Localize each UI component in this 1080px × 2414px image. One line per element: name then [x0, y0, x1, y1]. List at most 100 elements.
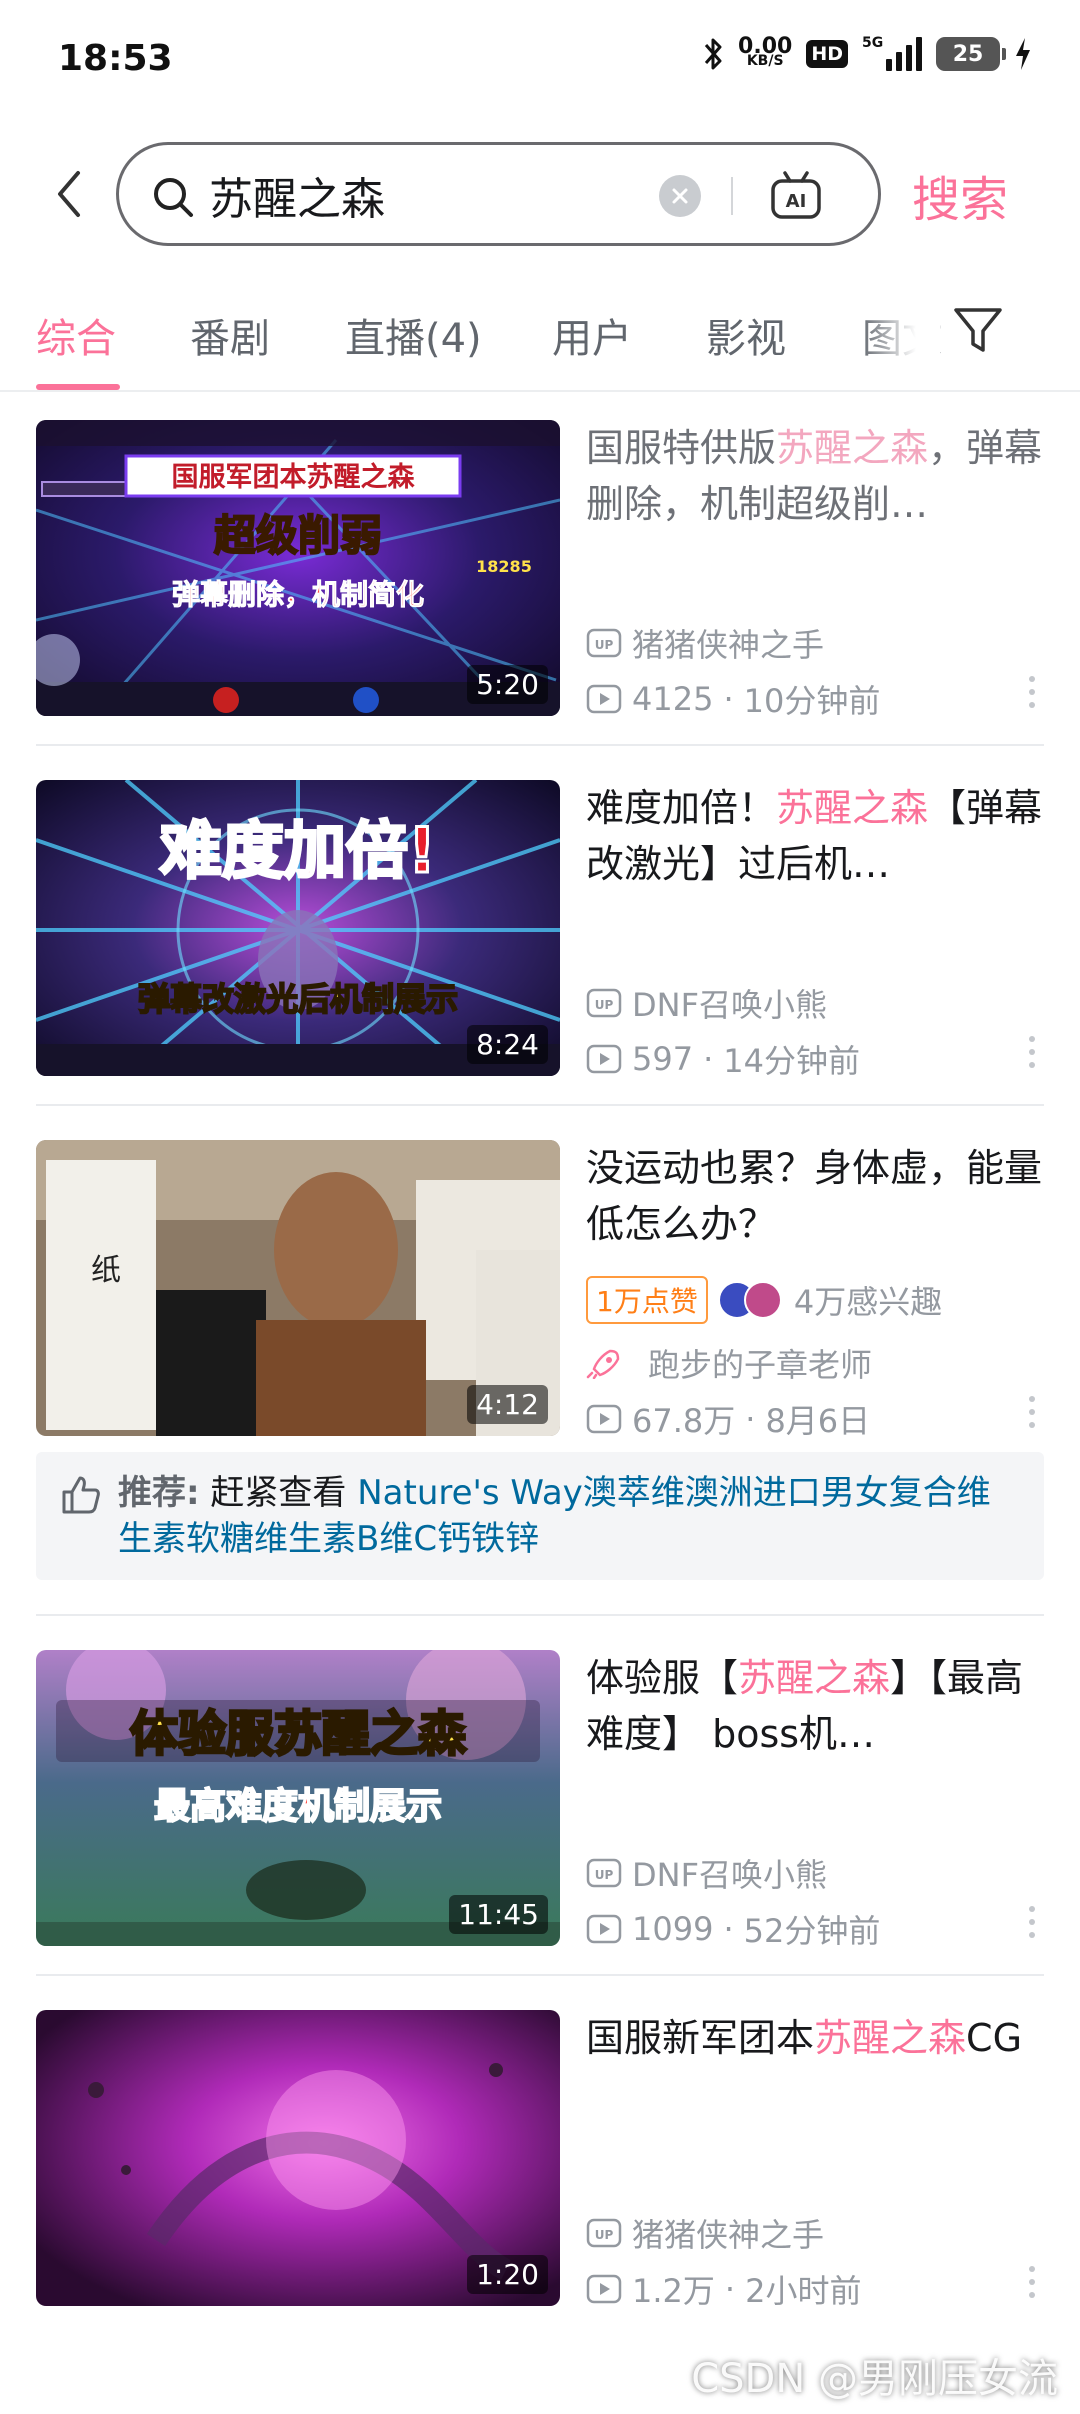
tab-film-tv[interactable]: 影视	[706, 306, 786, 364]
video-thumbnail[interactable]: 1:20	[36, 2010, 560, 2306]
stats-row: 597 · 14分钟前	[586, 1036, 860, 1082]
clear-search-button[interactable]	[659, 175, 701, 217]
video-duration: 1:20	[467, 2255, 548, 2294]
publish-time: 8月6日	[765, 1402, 871, 1440]
up-badge-icon: UP	[586, 628, 622, 658]
status-bar: 18:53 0.00 KB/S HD 5G 25	[0, 0, 1080, 120]
rocket-icon	[586, 1349, 620, 1379]
svg-text:国服军团本苏醒之森: 国服军团本苏醒之森	[172, 461, 416, 493]
up-badge-icon: UP	[586, 988, 622, 1018]
svg-text:难度加倍!: 难度加倍!	[160, 814, 436, 887]
stats-row: 1099 · 52分钟前	[586, 1906, 880, 1952]
svg-text:超级削弱: 超级削弱	[214, 511, 382, 560]
network-speed: 0.00 KB/S	[738, 34, 793, 69]
tab-live[interactable]: 直播(4)	[345, 306, 482, 364]
svg-text:UP: UP	[595, 2228, 614, 2242]
search-box[interactable]: AI	[116, 142, 881, 246]
more-options-button[interactable]	[1020, 1032, 1044, 1072]
likes-badge: 1万点赞	[586, 1276, 708, 1324]
recommendation-banner[interactable]: 推荐: 赶紧查看 Nature's Way澳萃维澳洲进口男女复合维生素软糖维生素…	[36, 1452, 1044, 1580]
svg-text:UP: UP	[595, 998, 614, 1012]
tab-all[interactable]: 综合	[36, 306, 116, 364]
hd-badge: HD	[806, 40, 848, 68]
status-time: 18:53	[58, 38, 173, 79]
svg-text:最高难度机制展示: 最高难度机制展示	[154, 1786, 442, 1827]
back-button[interactable]	[44, 164, 94, 224]
more-options-button[interactable]	[1020, 2262, 1044, 2302]
uploader-row[interactable]: UP DNF召唤小熊	[586, 1850, 827, 1896]
video-info: 难度加倍！苏醒之森【弹幕改激光】过后机… UP DNF召唤小熊 597 · 14…	[586, 780, 1044, 1080]
svg-text:UP: UP	[595, 638, 614, 652]
uploader-name: 猪猪侠神之手	[632, 626, 825, 664]
signal-icon: 5G	[862, 35, 922, 71]
tab-users[interactable]: 用户	[552, 306, 632, 364]
video-title: 体验服【苏醒之森】【最高难度】 boss机…	[586, 1656, 1024, 1756]
stats-row: 4125 · 10分钟前	[586, 676, 880, 722]
publish-time: 52分钟前	[743, 1912, 881, 1950]
uploader-row[interactable]: UP DNF召唤小熊	[586, 980, 827, 1026]
video-thumbnail[interactable]: 纸 4:12	[36, 1140, 560, 1436]
uploader-name: 猪猪侠神之手	[632, 2216, 825, 2254]
search-row: AI 搜索	[0, 142, 1080, 246]
video-info: 没运动也累？身体虚，能量低怎么办？ 1万点赞 4万感兴趣 跑步的子章老师 67.…	[586, 1140, 1044, 1440]
divider	[36, 1104, 1044, 1106]
more-options-button[interactable]	[1020, 1902, 1044, 1942]
result-tabs: 综合 番剧 直播(4) 用户 影视 图文	[0, 286, 1080, 392]
video-duration: 5:20	[467, 665, 548, 704]
active-tab-indicator	[36, 384, 120, 390]
status-icons: 0.00 KB/S HD 5G 25	[702, 34, 1032, 72]
interested-avatars	[717, 1281, 782, 1319]
video-card[interactable]: 纸 4:12 没运动也累？身体虚，能量低怎么办？ 1万点赞 4万感兴趣 跑步的子…	[36, 1140, 1044, 1440]
more-options-button[interactable]	[1020, 672, 1044, 712]
bluetooth-icon	[704, 38, 722, 70]
svg-text:AI: AI	[786, 191, 807, 212]
video-title: 难度加倍！苏醒之森【弹幕改激光】过后机…	[586, 786, 1043, 886]
stats-row: 1.2万 · 2小时前	[586, 2266, 861, 2312]
video-title: 国服特供版苏醒之森，弹幕删除，机制超级削…	[586, 426, 1043, 526]
filter-icon[interactable]	[950, 300, 1006, 360]
video-card[interactable]: 国服军团本苏醒之森 超级削弱 弹幕删除，机制简化 18285 5:20 国服特供…	[36, 420, 1044, 720]
engagement-row: 1万点赞 4万感兴趣	[586, 1276, 942, 1324]
video-thumbnail[interactable]: 体验服苏醒之森 最高难度机制展示 11:45	[36, 1650, 560, 1946]
search-icon	[154, 178, 193, 217]
divider	[36, 1614, 1044, 1616]
video-title: 没运动也累？身体虚，能量低怎么办？	[586, 1146, 1043, 1246]
play-count-icon	[586, 1044, 622, 1074]
play-count-icon	[586, 1914, 622, 1944]
charging-icon	[1016, 38, 1030, 70]
tab-fade	[860, 286, 940, 386]
video-thumbnail[interactable]: 难度加倍! 弹幕改激光后机制展示 8:24	[36, 780, 560, 1076]
recommendation-label: 推荐:	[118, 1473, 200, 1513]
video-card[interactable]: 体验服苏醒之森 最高难度机制展示 11:45 体验服【苏醒之森】【最高难度】 b…	[36, 1650, 1044, 1950]
uploader-row[interactable]: 跑步的子章老师	[586, 1340, 872, 1386]
uploader-row[interactable]: UP 猪猪侠神之手	[586, 620, 824, 666]
up-badge-icon: UP	[586, 2218, 622, 2248]
video-info: 国服特供版苏醒之森，弹幕删除，机制超级削… UP 猪猪侠神之手 4125 · 1…	[586, 420, 1044, 720]
uploader-row[interactable]: UP 猪猪侠神之手	[586, 2210, 824, 2256]
video-info: 国服新军团本苏醒之森CG UP 猪猪侠神之手 1.2万 · 2小时前	[586, 2010, 1044, 2310]
svg-text:弹幕删除，机制简化: 弹幕删除，机制简化	[172, 578, 424, 611]
play-count: 67.8万	[632, 1402, 736, 1440]
up-badge-icon: UP	[586, 1858, 622, 1888]
uploader-name: DNF召唤小熊	[632, 986, 827, 1024]
video-card[interactable]: 1:20 国服新军团本苏醒之森CG UP 猪猪侠神之手 1.2万 · 2小时前	[36, 2010, 1044, 2310]
video-info: 体验服【苏醒之森】【最高难度】 boss机… UP DNF召唤小熊 1099 ·…	[586, 1650, 1044, 1950]
tab-bangumi[interactable]: 番剧	[190, 306, 270, 364]
publish-time: 10分钟前	[743, 682, 881, 720]
watermark: CSDN @男刚压女流	[691, 2356, 1058, 2402]
battery-icon: 25	[936, 37, 1006, 71]
close-icon	[672, 188, 688, 204]
search-divider	[731, 177, 733, 215]
video-card[interactable]: 难度加倍! 弹幕改激光后机制展示 8:24 难度加倍！苏醒之森【弹幕改激光】过后…	[36, 780, 1044, 1080]
publish-time: 2小时前	[745, 2272, 862, 2310]
play-count-icon	[586, 2274, 622, 2304]
more-options-button[interactable]	[1020, 1392, 1044, 1432]
search-button[interactable]: 搜索	[912, 160, 1008, 230]
video-thumbnail[interactable]: 国服军团本苏醒之森 超级削弱 弹幕删除，机制简化 18285 5:20	[36, 420, 560, 716]
play-count: 597	[632, 1040, 694, 1078]
play-count: 4125	[632, 680, 714, 718]
ai-search-icon[interactable]: AI	[769, 169, 823, 223]
svg-text:纸: 纸	[91, 1253, 121, 1288]
video-title: 国服新军团本苏醒之森CG	[586, 2016, 1023, 2060]
divider	[36, 1974, 1044, 1976]
